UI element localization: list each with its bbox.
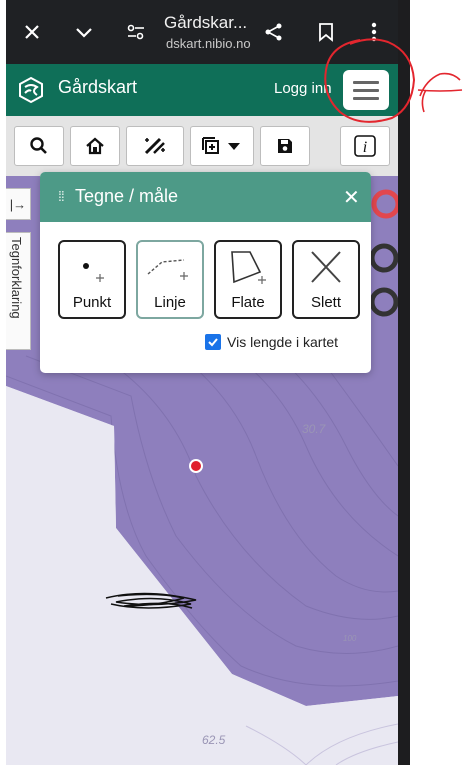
share-icon[interactable]	[262, 20, 286, 44]
measure-tools-icon	[144, 137, 165, 155]
map-toolbar: i	[6, 116, 398, 177]
tool-point-button[interactable]: Punkt	[58, 240, 126, 319]
browser-tab-title[interactable]: Gårdskar...	[164, 13, 247, 33]
tool-polygon-button[interactable]: Flate	[214, 240, 282, 319]
show-length-checkbox[interactable]	[205, 334, 221, 350]
tool-delete-button[interactable]: Slett	[292, 240, 360, 319]
tool-line-button[interactable]: Linje	[136, 240, 204, 319]
search-icon	[30, 137, 47, 154]
show-length-label: Vis lengde i kartet	[227, 334, 339, 350]
dialog-header[interactable]: ⁞⁞ Tegne / måle ✕	[40, 172, 371, 222]
home-button[interactable]	[70, 126, 120, 166]
draw-measure-dialog: ⁞⁞ Tegne / måle ✕ Punkt Linje Flate Slet…	[40, 172, 371, 373]
browser-bar: Gårdskar... dskart.nibio.no	[6, 0, 398, 64]
map-label: 30.7	[302, 422, 326, 436]
dialog-title: Tegne / måle	[75, 186, 179, 206]
bookmark-icon[interactable]	[314, 20, 338, 44]
tool-label: Flate	[231, 294, 265, 311]
map-label: 62.5	[202, 733, 226, 747]
browser-url[interactable]: dskart.nibio.no	[166, 36, 251, 51]
legend-tab-label: Tegnforklaring	[9, 237, 24, 319]
device-edge	[398, 0, 410, 765]
expand-panel-button[interactable]: |→	[6, 188, 31, 220]
line-icon	[147, 259, 188, 280]
home-icon	[86, 137, 104, 155]
delete-icon	[311, 251, 341, 283]
login-link[interactable]: Logg inn	[274, 80, 332, 97]
app-header: Gårdskart Logg inn	[6, 64, 398, 116]
drag-handle-icon[interactable]: ⁞⁞	[58, 188, 65, 204]
app-title[interactable]: Gårdskart	[58, 77, 137, 98]
close-dialog-button[interactable]: ✕	[343, 185, 360, 210]
save-button[interactable]	[260, 126, 310, 166]
save-icon	[278, 139, 292, 153]
add-layer-button[interactable]	[190, 126, 254, 166]
phone-screen: Gårdskar... dskart.nibio.no Gårdskart Lo…	[6, 0, 398, 765]
menu-line-icon	[353, 81, 379, 84]
tune-icon[interactable]	[124, 20, 148, 44]
chevron-down-icon[interactable]	[72, 20, 96, 44]
map-point-marker[interactable]	[189, 459, 203, 473]
add-layer-icon	[202, 137, 240, 154]
draw-measure-button[interactable]	[126, 126, 184, 166]
tool-label: Linje	[154, 294, 186, 311]
svg-text:i: i	[363, 139, 367, 156]
search-button[interactable]	[14, 126, 64, 166]
app-logo-icon[interactable]	[16, 75, 46, 105]
close-icon[interactable]	[20, 20, 44, 44]
check-icon	[208, 338, 218, 347]
polygon-icon	[231, 251, 266, 284]
legend-tab[interactable]: Tegnforklaring	[6, 232, 31, 350]
show-length-option[interactable]: Vis lengde i kartet	[205, 332, 338, 352]
hamburger-menu-button[interactable]	[343, 70, 389, 110]
info-icon: i	[354, 135, 376, 157]
map-label: 100	[343, 634, 357, 643]
menu-line-icon	[353, 97, 379, 100]
more-vert-icon[interactable]	[362, 20, 386, 44]
tool-label: Punkt	[72, 294, 112, 311]
menu-line-icon	[353, 89, 379, 92]
tool-label: Slett	[310, 294, 341, 311]
point-icon	[83, 263, 104, 282]
info-button[interactable]: i	[340, 126, 390, 166]
